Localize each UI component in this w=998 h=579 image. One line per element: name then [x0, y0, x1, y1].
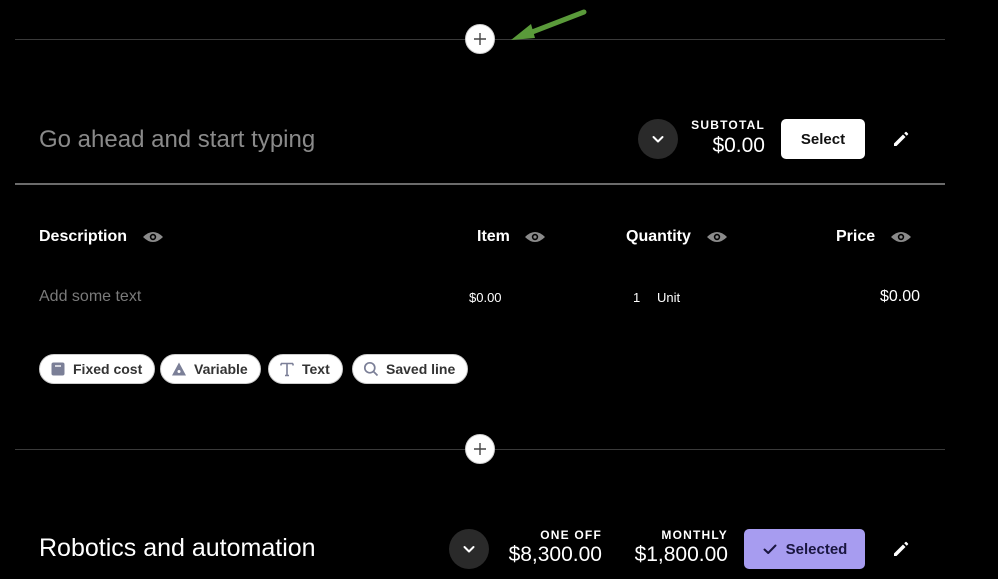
- selected-button[interactable]: Selected: [744, 529, 865, 569]
- plus-icon: [474, 33, 486, 45]
- eye-icon[interactable]: [890, 229, 912, 245]
- plus-icon: [474, 443, 486, 455]
- text-icon: [280, 362, 294, 377]
- subtotal-label: SUBTOTAL: [691, 118, 765, 132]
- collapse-section-button[interactable]: [449, 529, 489, 569]
- eye-icon[interactable]: [706, 229, 728, 245]
- annotation-arrow-icon: [511, 9, 587, 40]
- chip-label: Saved line: [386, 361, 456, 377]
- line-description-input[interactable]: Add some text: [39, 288, 141, 306]
- add-section-button-middle[interactable]: [465, 434, 495, 464]
- tag-icon: [51, 362, 65, 376]
- line-unit-value[interactable]: Unit: [657, 290, 680, 305]
- chevron-down-icon: [463, 546, 475, 553]
- add-section-button-top[interactable]: [465, 24, 495, 54]
- one-off-label: ONE OFF: [540, 528, 602, 542]
- triangle-icon: [172, 362, 186, 376]
- search-icon: [363, 361, 379, 377]
- section-header-divider: [15, 183, 945, 185]
- add-text-button[interactable]: Text: [268, 354, 343, 384]
- chevron-down-icon: [652, 136, 664, 143]
- section-title-input[interactable]: [39, 124, 599, 156]
- chip-label: Variable: [194, 361, 248, 377]
- one-off-value: $8,300.00: [508, 543, 602, 566]
- selected-label: Selected: [785, 540, 848, 558]
- column-header-price: Price: [836, 228, 876, 245]
- line-item-value[interactable]: $0.00: [469, 290, 502, 305]
- eye-icon[interactable]: [524, 229, 546, 245]
- column-header-quantity: Quantity: [626, 228, 691, 245]
- add-saved-line-button[interactable]: Saved line: [352, 354, 469, 384]
- subtotal-value: $0.00: [712, 134, 765, 157]
- pencil-icon[interactable]: [891, 539, 911, 559]
- add-fixed-cost-button[interactable]: Fixed cost: [39, 354, 156, 384]
- chip-label: Text: [302, 361, 330, 377]
- line-quantity-value[interactable]: 1: [633, 290, 640, 305]
- column-header-item: Item: [477, 228, 510, 245]
- select-button[interactable]: Select: [781, 119, 865, 159]
- monthly-label: MONTHLY: [661, 528, 728, 542]
- monthly-value: $1,800.00: [634, 543, 728, 566]
- column-header-description: Description: [39, 228, 128, 245]
- chip-label: Fixed cost: [73, 361, 143, 377]
- check-icon: [763, 544, 777, 554]
- pencil-icon[interactable]: [891, 129, 911, 149]
- line-price-value[interactable]: $0.00: [880, 288, 920, 306]
- section-title[interactable]: Robotics and automation: [39, 534, 316, 563]
- collapse-section-button[interactable]: [638, 119, 678, 159]
- eye-icon[interactable]: [142, 229, 164, 245]
- add-variable-button[interactable]: Variable: [160, 354, 261, 384]
